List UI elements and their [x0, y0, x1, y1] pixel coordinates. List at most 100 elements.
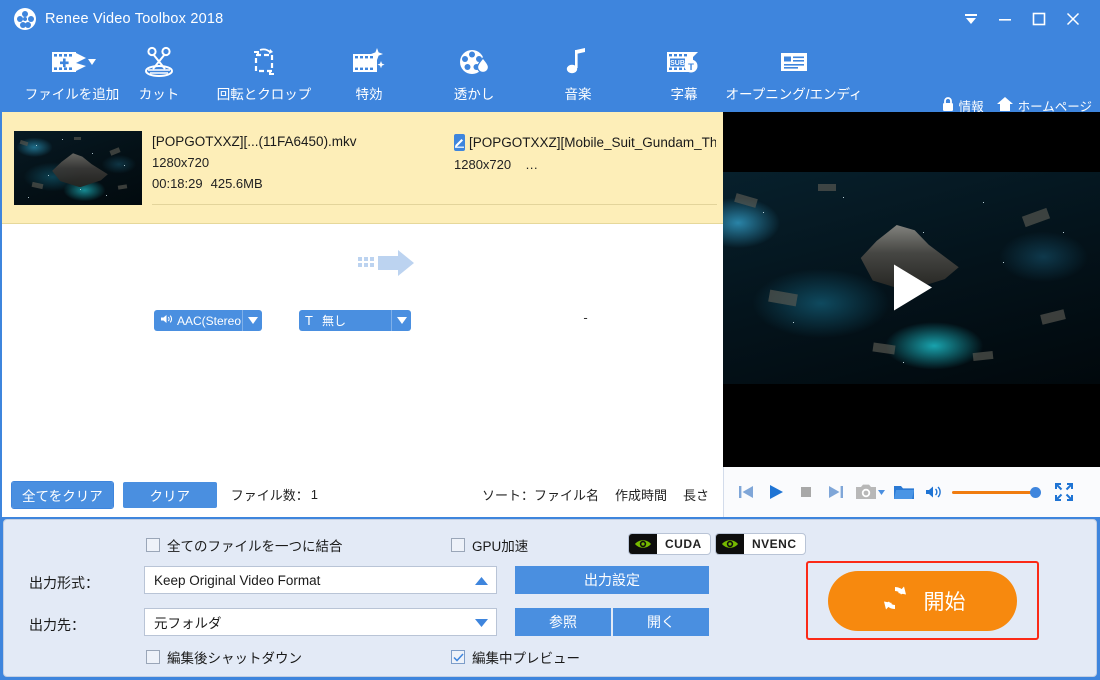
merge-all-checkbox[interactable]: 全てのファイルを一つに結合	[146, 535, 343, 555]
music-note-icon	[563, 42, 593, 82]
toolbar-label: ファイルを追加	[24, 87, 120, 102]
maximize-button[interactable]	[1022, 0, 1056, 38]
audio-track-label: AAC(Stereo 4	[177, 313, 242, 328]
subtitle-track-label: 無し	[321, 314, 346, 328]
sort-option-created[interactable]: 作成時間	[615, 485, 667, 504]
audio-track-selector[interactable]: AAC(Stereo 4	[154, 310, 262, 331]
toolbar-item-effects[interactable]: 特効	[330, 42, 408, 103]
start-button-highlight: 開始	[806, 561, 1039, 640]
table-row[interactable]: [POPGOTXXZ][...(11FA6450).mkv 1280x720 0…	[2, 112, 723, 331]
toolbar-label: 透かし	[453, 87, 495, 102]
checkbox-box[interactable]	[146, 650, 160, 664]
output-format-value: Keep Original Video Format	[154, 572, 321, 588]
skip-previous-icon[interactable]	[732, 475, 760, 509]
speaker-icon	[160, 313, 173, 328]
refresh-cycle-icon	[880, 583, 910, 619]
scissors-icon	[141, 42, 177, 82]
output-dest-select[interactable]: 元フォルダ	[144, 608, 497, 636]
target-filename: [POPGOTXXZ][Mobile_Suit_Gundam_Thu	[469, 135, 716, 150]
volume-slider-handle[interactable]	[1030, 486, 1041, 498]
chevron-down-icon[interactable]	[475, 615, 488, 630]
sort-option-length[interactable]: 長さ	[683, 485, 709, 504]
camera-icon[interactable]	[852, 475, 888, 509]
volume-slider[interactable]	[952, 486, 1041, 498]
film-reel-icon	[14, 8, 36, 30]
toolbar-item-opening-ending[interactable]: オープニング/エンディ	[700, 42, 888, 103]
subtitle-track-selector[interactable]: T 無し	[299, 310, 411, 331]
effects-film-icon	[350, 42, 388, 82]
nvidia-eye-icon	[629, 534, 657, 554]
main-toolbar: ファイルを追加 カット 回転とクロップ 特効 透かし 音楽 SUB T 字幕 オ…	[0, 38, 1100, 114]
clear-all-button[interactable]: 全てをクリア	[11, 480, 114, 509]
open-button[interactable]: 開く	[613, 608, 709, 636]
target-resolution: 1280x720	[454, 157, 512, 172]
source-resolution: 1280x720	[152, 155, 210, 170]
svg-text:SUB: SUB	[670, 60, 685, 67]
target-duration: 00:18:29	[454, 178, 505, 181]
output-dest-label: 出力先：	[29, 617, 85, 633]
shutdown-checkbox[interactable]: 編集後シャットダウン	[146, 647, 302, 667]
checkbox-box[interactable]	[451, 650, 465, 664]
output-format-select[interactable]: Keep Original Video Format	[144, 566, 497, 594]
cuda-label: CUDA	[665, 537, 702, 551]
start-button[interactable]: 開始	[828, 570, 1017, 631]
application-window: Renee Video Toolbox 2018 ファイルを追加 カット 回転と…	[0, 0, 1100, 680]
toolbar-label: 音楽	[564, 87, 592, 102]
clear-button[interactable]: クリア	[122, 481, 217, 508]
cuda-badge: CUDA	[628, 533, 711, 555]
window-title: Renee Video Toolbox 2018	[45, 11, 224, 27]
stop-icon[interactable]	[792, 475, 820, 509]
folder-icon[interactable]	[890, 475, 918, 509]
gpu-accel-checkbox[interactable]: GPU加速	[451, 535, 528, 555]
toolbar-item-rotate-crop[interactable]: 回転とクロップ	[197, 42, 331, 103]
file-count-value: 1	[310, 487, 318, 502]
nvidia-eye-icon	[716, 534, 744, 554]
close-button[interactable]	[1056, 0, 1090, 38]
toolbar-item-cut[interactable]: カット	[115, 42, 203, 103]
sort-label: ソート：ファイル名	[482, 485, 599, 504]
sort-controls: ソート：ファイル名 作成時間 長さ	[482, 485, 709, 504]
preview-checkbox[interactable]: 編集中プレビュー	[451, 647, 580, 667]
output-dest-value: 元フォルダ	[154, 616, 222, 631]
row-divider-target	[454, 204, 717, 205]
svg-text:T: T	[688, 62, 694, 73]
merge-all-label: 全てのファイルを一つに結合	[167, 539, 343, 554]
toolbar-item-music[interactable]: 音楽	[542, 42, 614, 103]
minimize-button[interactable]	[988, 0, 1022, 38]
sort-label-text: ソート：	[481, 488, 534, 503]
speaker-icon[interactable]	[920, 475, 948, 509]
output-settings-button[interactable]: 出力設定	[515, 566, 709, 594]
pencil-edit-icon[interactable]	[454, 134, 465, 151]
rotate-crop-icon	[246, 42, 282, 82]
file-count-label: ファイル数：	[230, 488, 309, 503]
skip-next-icon[interactable]	[822, 475, 850, 509]
subtitle-dropdown-arrow-icon[interactable]	[391, 310, 411, 331]
audio-track-pill[interactable]: AAC(Stereo 4	[154, 310, 242, 331]
chevron-up-icon[interactable]	[475, 573, 488, 588]
toolbar-label: オープニング/エンディ	[725, 87, 863, 102]
source-filename: [POPGOTXXZ][...(11FA6450).mkv	[152, 134, 357, 149]
checkbox-box[interactable]	[146, 538, 160, 552]
video-preview[interactable]	[723, 112, 1100, 467]
menu-dropdown-button[interactable]	[954, 0, 988, 38]
toolbar-item-watermark[interactable]: 透かし	[432, 42, 516, 103]
fullscreen-icon[interactable]	[1050, 475, 1078, 509]
file-list-panel[interactable]: [POPGOTXXZ][...(11FA6450).mkv 1280x720 0…	[0, 112, 723, 472]
list-action-bar: 全てをクリア クリア ファイル数： 1 ソート：ファイル名 作成時間 長さ	[0, 472, 723, 517]
browse-button[interactable]: 参照	[515, 608, 611, 636]
play-icon[interactable]	[762, 475, 790, 509]
audio-dropdown-arrow-icon[interactable]	[242, 310, 262, 331]
nvenc-label: NVENC	[752, 537, 797, 551]
sort-option-filename[interactable]: ファイル名	[534, 488, 599, 503]
text-t-icon: T	[305, 313, 313, 328]
checkbox-box[interactable]	[451, 538, 465, 552]
play-triangle-icon[interactable]	[890, 262, 934, 317]
target-size: 425.6MB	[513, 178, 565, 181]
target-file-info: [POPGOTXXZ][Mobile_Suit_Gundam_Thu 1280x…	[454, 134, 716, 181]
toolbar-label: 回転とクロップ	[216, 87, 312, 102]
preview-label: 編集中プレビュー	[472, 651, 580, 666]
video-thumbnail	[14, 131, 142, 205]
watermark-reel-icon	[455, 42, 493, 82]
subtitle-track-pill[interactable]: T 無し	[299, 310, 391, 331]
right-arrow-icon	[358, 248, 420, 283]
